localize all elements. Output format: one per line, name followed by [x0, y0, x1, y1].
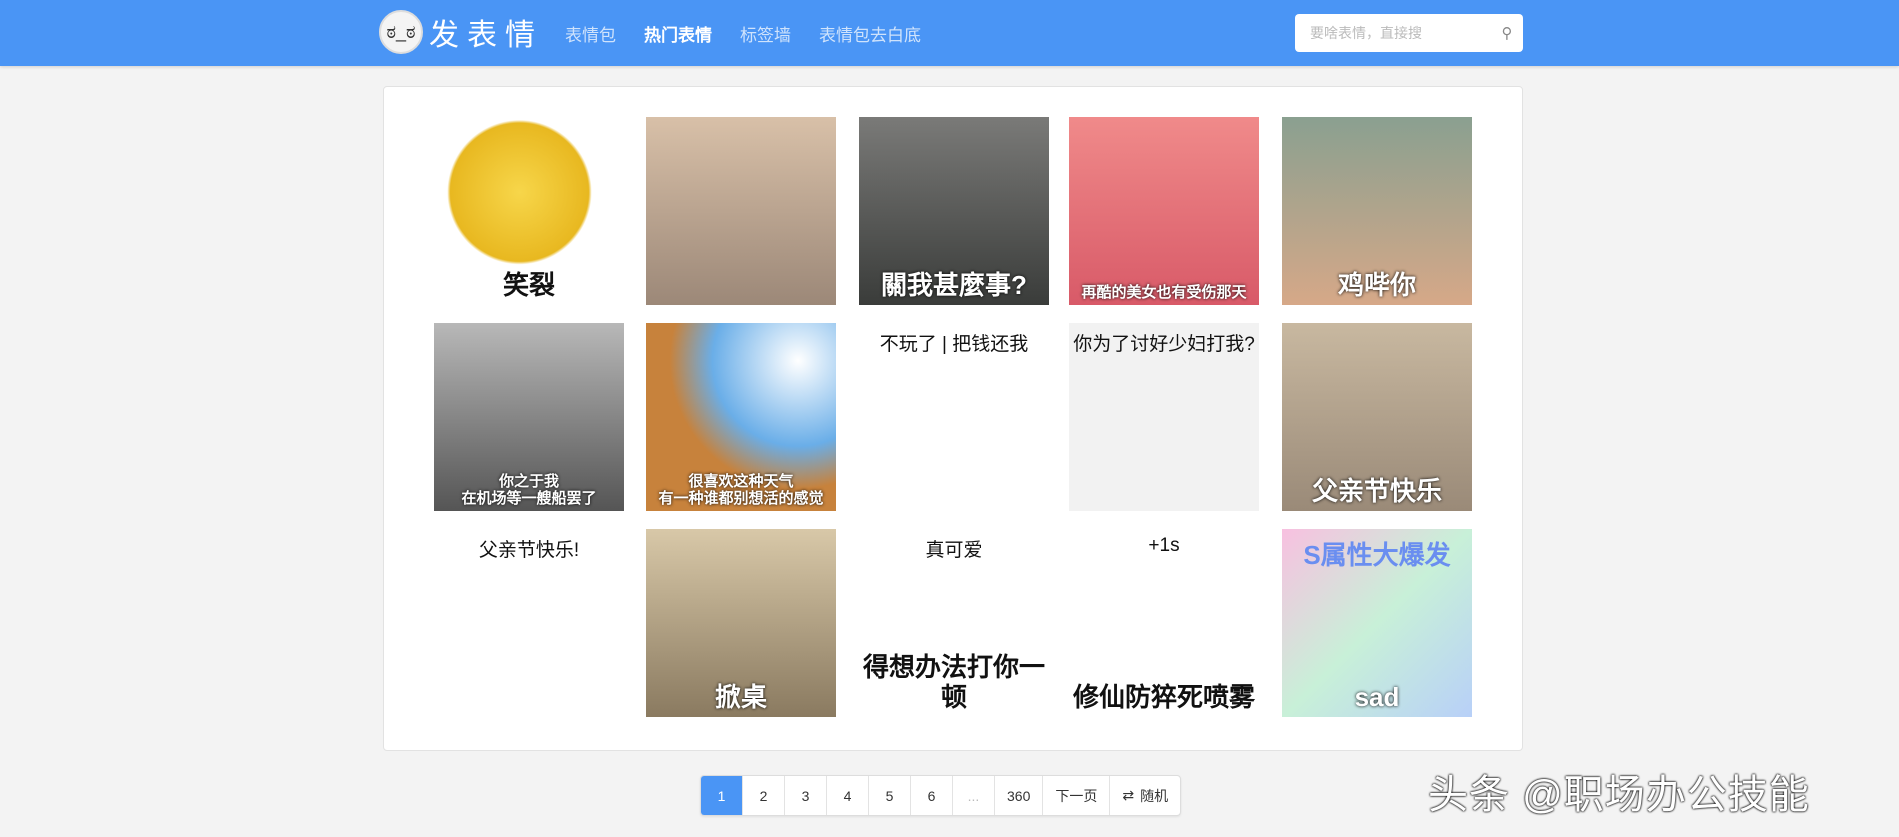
- meme-caption: 很喜欢这种天气 有一种谁都别想活的感觉: [658, 472, 824, 507]
- meme-top-text: +1s: [1148, 535, 1180, 556]
- meme-top-text: 你为了讨好少妇打我?: [1073, 334, 1255, 355]
- search-box: ⚲: [1295, 14, 1523, 52]
- menu-item-hot[interactable]: 热门表情: [644, 21, 712, 46]
- logo-face-icon: ಠ_ಠ: [379, 10, 423, 54]
- page-6[interactable]: 6: [911, 776, 953, 815]
- top-navbar: ಠ_ಠ 发表情 表情包 热门表情 标签墙 表情包去白底 ⚲: [0, 0, 1899, 66]
- page-360[interactable]: 360: [995, 776, 1044, 815]
- page-1[interactable]: 1: [701, 776, 743, 815]
- logo-text: 发表情: [429, 18, 543, 53]
- search-icon[interactable]: ⚲: [1491, 24, 1523, 42]
- meme-caption: 父亲节快乐: [1311, 476, 1442, 507]
- meme-item[interactable]: 你为了讨好少妇打我?: [1069, 323, 1259, 511]
- meme-item[interactable]: 再酷的美女也有受伤那天: [1069, 117, 1259, 305]
- meme-item[interactable]: 關我甚麼事?: [859, 117, 1049, 305]
- meme-item[interactable]: +1s 修仙防猝死喷雾: [1069, 529, 1259, 717]
- search-input[interactable]: [1295, 25, 1491, 41]
- watermark: 头条 @职场办公技能: [1428, 773, 1810, 817]
- meme-caption: 笑裂: [502, 270, 555, 301]
- site-logo[interactable]: ಠ_ಠ 发表情: [379, 10, 543, 54]
- page-2[interactable]: 2: [743, 776, 785, 815]
- meme-caption: 關我甚麼事?: [881, 270, 1027, 301]
- meme-top-text: S属性大爆发: [1303, 540, 1451, 570]
- page-ellipsis: ...: [953, 776, 995, 815]
- menu-item-remove-bg[interactable]: 表情包去白底: [819, 21, 921, 46]
- page-3[interactable]: 3: [785, 776, 827, 815]
- meme-top-text: 真可爱: [925, 540, 983, 561]
- menu-item-memes[interactable]: 表情包: [565, 21, 616, 46]
- page-4[interactable]: 4: [827, 776, 869, 815]
- meme-item[interactable]: 真可爱得想办法打你一顿: [859, 529, 1049, 717]
- meme-caption: 再酷的美女也有受伤那天: [1081, 283, 1247, 301]
- random-button[interactable]: ⇄ 随机: [1110, 776, 1180, 815]
- meme-grid: 笑裂 關我甚麼事? 再酷的美女也有受伤那天 鸡哔你你之于我 在机场等一艘船罢了 很喜欢这…: [383, 86, 1523, 751]
- meme-caption: 掀桌: [714, 682, 767, 713]
- meme-item[interactable]: 父亲节快乐: [1282, 323, 1472, 511]
- meme-top-text: 父亲节快乐!: [478, 540, 580, 561]
- meme-item[interactable]: S属性大爆发 sad: [1282, 529, 1472, 717]
- meme-top-text: 不玩了 | 把钱还我: [879, 334, 1029, 355]
- page-5[interactable]: 5: [869, 776, 911, 815]
- meme-item[interactable]: 父亲节快乐!: [434, 529, 624, 717]
- main-menu: 表情包 热门表情 标签墙 表情包去白底: [565, 0, 921, 66]
- meme-item[interactable]: 笑裂: [434, 117, 624, 305]
- meme-item[interactable]: [646, 117, 836, 305]
- pagination: 1 2 3 4 5 6... 360 下一页 ⇄ 随机: [700, 775, 1182, 816]
- meme-item[interactable]: 很喜欢这种天气 有一种谁都别想活的感觉: [646, 323, 836, 511]
- meme-item[interactable]: 掀桌: [646, 529, 836, 717]
- random-label: 随机: [1140, 787, 1169, 804]
- meme-caption: 得想办法打你一顿: [862, 652, 1045, 713]
- next-page-button[interactable]: 下一页: [1043, 776, 1111, 815]
- meme-caption: 鸡哔你: [1337, 270, 1416, 301]
- meme-caption: 修仙防猝死喷雾: [1072, 682, 1255, 713]
- meme-item[interactable]: 你之于我 在机场等一艘船罢了: [434, 323, 624, 511]
- meme-caption: 你之于我 在机场等一艘船罢了: [461, 472, 597, 507]
- meme-item[interactable]: 鸡哔你: [1282, 117, 1472, 305]
- menu-item-tags[interactable]: 标签墙: [740, 21, 791, 46]
- shuffle-icon: ⇄: [1122, 787, 1135, 803]
- meme-caption: sad: [1354, 682, 1400, 713]
- meme-item[interactable]: 不玩了 | 把钱还我: [859, 323, 1049, 511]
